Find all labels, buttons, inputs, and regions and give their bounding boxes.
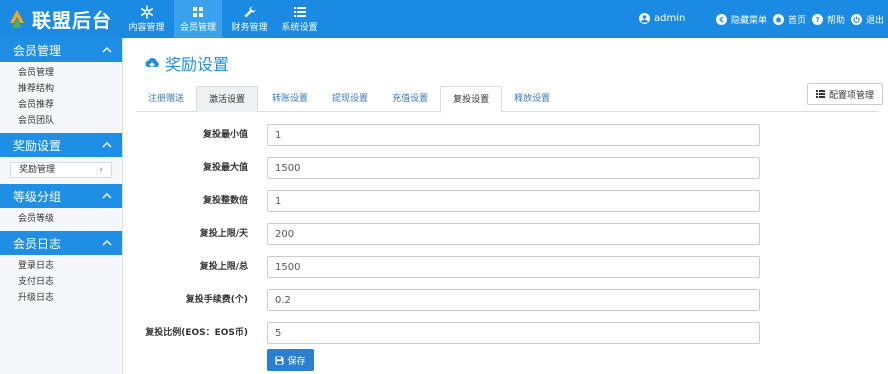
chevron-up-icon <box>102 142 112 148</box>
sidebar-section-member-logs[interactable]: 会员日志 <box>0 231 122 255</box>
sidebar-section-body: 登录日志 支付日志 升级日志 <box>0 255 122 310</box>
sidebar-item-payment-log[interactable]: 支付日志 <box>0 274 122 290</box>
topnav-label: 系统设置 <box>281 23 318 33</box>
help-label: 帮助 <box>827 16 846 26</box>
field-label: 复投上限/总 <box>199 262 248 272</box>
sidebar-item-member-team[interactable]: 会员团队 <box>0 113 122 129</box>
field-label: 复投整数倍 <box>202 196 248 206</box>
save-icon <box>275 356 284 364</box>
cloud-upload-icon <box>145 58 159 70</box>
hide-menu-link[interactable]: 隐藏菜单 <box>716 13 767 26</box>
page-title: 奖励设置 <box>144 51 229 75</box>
form-row: 复投比例(EOS：EOS币) <box>124 322 888 344</box>
home-label: 首页 <box>788 16 807 26</box>
sidebar: 会员管理 会员管理 推荐结构 会员推荐 会员团队 奖励设置 奖励管理 › 等级分… <box>0 38 123 374</box>
main-content: 奖励设置 配置项管理 注册赠送 激活设置 转账设置 提现设置 充值设置 复投设置… <box>124 38 888 374</box>
help-link[interactable]: ? 帮助 <box>812 13 845 26</box>
sidebar-item-member-management[interactable]: 会员管理 <box>0 65 122 81</box>
home-icon <box>773 14 785 25</box>
field-label: 复投手续费(个) <box>185 295 248 305</box>
sidebar-section-reward-settings[interactable]: 奖励设置 <box>0 133 122 157</box>
top-bar: 联盟后台 内容管理 会员管理 财务管理 系统设置 admin 隐藏菜单 首页 ?… <box>0 0 888 38</box>
app-title: 联盟后台 <box>32 9 113 32</box>
sidebar-item-member-referral[interactable]: 会员推荐 <box>0 97 122 113</box>
chevron-right-icon: › <box>99 165 103 175</box>
tab-transfer-settings[interactable]: 转账设置 <box>260 86 320 112</box>
sidebar-section-title: 奖励设置 <box>13 138 62 153</box>
home-link[interactable]: 首页 <box>773 13 806 26</box>
field-label: 复投最小值 <box>202 130 248 140</box>
sidebar-item-member-level[interactable]: 会员等级 <box>0 211 122 227</box>
asterisk-icon <box>140 5 153 19</box>
chevron-up-icon <box>102 240 112 246</box>
hide-menu-icon <box>716 14 727 25</box>
settings-tabs: 注册赠送 激活设置 转账设置 提现设置 充值设置 复投设置 释放设置 <box>136 86 878 113</box>
sidebar-item-label: 奖励管理 <box>19 165 56 175</box>
user-name: admin <box>654 13 686 24</box>
form-row: 复投上限/总 <box>124 256 888 278</box>
reinvest-ratio-input[interactable] <box>267 322 760 344</box>
tab-register-bonus[interactable]: 注册赠送 <box>136 86 196 112</box>
sidebar-section-body: 会员管理 推荐结构 会员推荐 会员团队 <box>0 62 122 133</box>
topnav-member-management[interactable]: 会员管理 <box>174 0 222 38</box>
list-icon <box>293 7 306 17</box>
topnav-content-management[interactable]: 内容管理 <box>124 0 169 38</box>
page-title-text: 奖励设置 <box>165 55 230 74</box>
tab-release-settings[interactable]: 释放设置 <box>502 86 562 112</box>
reinvest-multiple-input[interactable] <box>267 190 760 212</box>
form-row: 复投手续费(个) <box>124 289 888 311</box>
tab-withdrawal-settings[interactable]: 提现设置 <box>320 86 380 112</box>
sidebar-section-member-management[interactable]: 会员管理 <box>0 38 122 62</box>
reinvest-daily-limit-input[interactable] <box>267 223 760 245</box>
form-row: 复投最大值 <box>124 157 888 179</box>
topnav-finance-management[interactable]: 财务管理 <box>227 0 272 38</box>
reinvest-total-limit-input[interactable] <box>267 256 760 278</box>
reinvest-max-input[interactable] <box>267 157 760 179</box>
logout-link[interactable]: 退出 <box>851 13 884 26</box>
user-icon <box>639 13 650 24</box>
sidebar-section-title: 等级分组 <box>13 189 62 204</box>
field-label: 复投最大值 <box>202 163 248 173</box>
topnav-label: 财务管理 <box>231 23 268 33</box>
logo[interactable]: 联盟后台 <box>0 0 124 38</box>
save-label: 保存 <box>287 356 306 367</box>
topnav-system-settings[interactable]: 系统设置 <box>277 0 322 38</box>
field-label: 复投上限/天 <box>199 229 248 239</box>
logout-icon <box>851 14 863 25</box>
form-row: 复投上限/天 <box>124 223 888 245</box>
form-row: 复投最小值 <box>124 124 888 146</box>
logout-label: 退出 <box>866 16 885 26</box>
top-links: 隐藏菜单 首页 ? 帮助 退出 <box>716 13 884 26</box>
tab-reinvest-settings[interactable]: 复投设置 <box>440 86 503 113</box>
topnav-label: 内容管理 <box>128 23 165 33</box>
sidebar-section-body: 奖励管理 › <box>0 157 122 184</box>
tab-activation-settings[interactable]: 激活设置 <box>196 86 259 112</box>
sidebar-item-upgrade-log[interactable]: 升级日志 <box>0 290 122 306</box>
reinvest-min-input[interactable] <box>267 124 760 146</box>
sidebar-section-level-groups[interactable]: 等级分组 <box>0 184 122 208</box>
hide-menu-label: 隐藏菜单 <box>731 16 768 26</box>
sidebar-section-body: 会员等级 <box>0 208 122 231</box>
form-row: 复投整数倍 <box>124 190 888 212</box>
help-icon: ? <box>812 14 824 25</box>
topnav-label: 会员管理 <box>179 23 216 33</box>
sidebar-section-title: 会员管理 <box>13 43 62 58</box>
top-nav: 内容管理 会员管理 财务管理 系统设置 <box>124 0 327 38</box>
logo-icon <box>8 9 26 29</box>
chevron-up-icon <box>102 193 112 199</box>
reinvest-fee-input[interactable] <box>267 289 760 311</box>
save-button[interactable]: 保存 <box>267 349 314 371</box>
svg-text:?: ? <box>816 16 820 23</box>
grid-icon <box>193 7 203 17</box>
chevron-up-icon <box>102 47 112 53</box>
sidebar-item-referral-structure[interactable]: 推荐结构 <box>0 81 122 97</box>
field-label: 复投比例(EOS：EOS币) <box>145 328 248 338</box>
sidebar-item-login-log[interactable]: 登录日志 <box>0 258 122 274</box>
wrench-icon <box>244 6 256 18</box>
sidebar-item-reward-management[interactable]: 奖励管理 › <box>10 162 112 178</box>
sidebar-section-title: 会员日志 <box>13 236 62 251</box>
tab-recharge-settings[interactable]: 充值设置 <box>380 86 440 112</box>
user-menu[interactable]: admin <box>639 13 685 24</box>
